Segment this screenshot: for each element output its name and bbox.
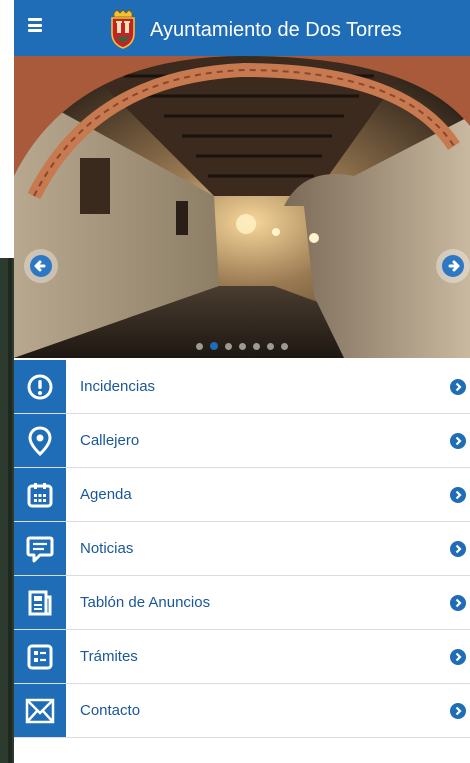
- map-pin-icon: [14, 414, 66, 467]
- slider-photo: [14, 56, 470, 358]
- slider-pagination: [196, 342, 288, 350]
- menu-item-callejero[interactable]: Callejero: [14, 414, 470, 468]
- menu-item-contacto[interactable]: Contacto: [14, 684, 470, 738]
- menu-item-agenda[interactable]: Agenda: [14, 468, 470, 522]
- menu-item-label: Contacto: [80, 702, 141, 719]
- exclamation-circle-icon: [14, 360, 66, 413]
- slider-dot[interactable]: [267, 342, 274, 350]
- menu-item-noticias[interactable]: Noticias: [14, 522, 470, 576]
- menu-item-tramites[interactable]: Trámites: [14, 630, 470, 684]
- arrow-right-icon[interactable]: [436, 249, 470, 283]
- hamburger-menu-icon[interactable]: [28, 18, 42, 32]
- slider-dot-active[interactable]: [210, 342, 218, 350]
- menu-item-label: Noticias: [80, 540, 134, 557]
- calendar-icon: [14, 468, 66, 521]
- form-icon: [14, 630, 66, 683]
- chevron-right-icon: [450, 433, 466, 449]
- chevron-right-icon: [450, 379, 466, 395]
- menu-item-incidencias[interactable]: Incidencias: [14, 360, 470, 414]
- menu-item-label: Incidencias: [80, 378, 156, 395]
- image-slider[interactable]: [14, 56, 470, 358]
- slider-dot[interactable]: [196, 342, 203, 350]
- chevron-right-icon: [450, 487, 466, 503]
- coat-of-arms-icon: [108, 9, 138, 49]
- page-title: Ayuntamiento de Dos Torres: [150, 19, 402, 41]
- outer-background-top: [0, 0, 14, 258]
- slider-dot[interactable]: [239, 342, 246, 350]
- chevron-right-icon: [450, 595, 466, 611]
- slider-dot[interactable]: [253, 342, 260, 350]
- outer-background-edge: [8, 258, 12, 763]
- menu-item-label: Trámites: [80, 648, 138, 665]
- arrow-left-icon[interactable]: [24, 249, 58, 283]
- menu-item-tablon-de-anuncios[interactable]: Tablón de Anuncios: [14, 576, 470, 630]
- main-menu: Incidencias Callejero Agenda Noticias Ta…: [14, 360, 470, 738]
- slider-dot[interactable]: [281, 342, 288, 350]
- chevron-right-icon: [450, 541, 466, 557]
- slider-dot[interactable]: [225, 342, 232, 350]
- menu-item-label: Agenda: [80, 486, 132, 503]
- envelope-icon: [14, 684, 66, 737]
- menu-item-label: Callejero: [80, 432, 140, 449]
- app-screen: Ayuntamiento de Dos Torres Incidencias C…: [14, 0, 470, 763]
- speech-bubble-icon: [14, 522, 66, 575]
- app-header: Ayuntamiento de Dos Torres: [14, 0, 470, 56]
- chevron-right-icon: [450, 703, 466, 719]
- chevron-right-icon: [450, 649, 466, 665]
- menu-item-label: Tablón de Anuncios: [80, 594, 211, 611]
- newspaper-icon: [14, 576, 66, 629]
